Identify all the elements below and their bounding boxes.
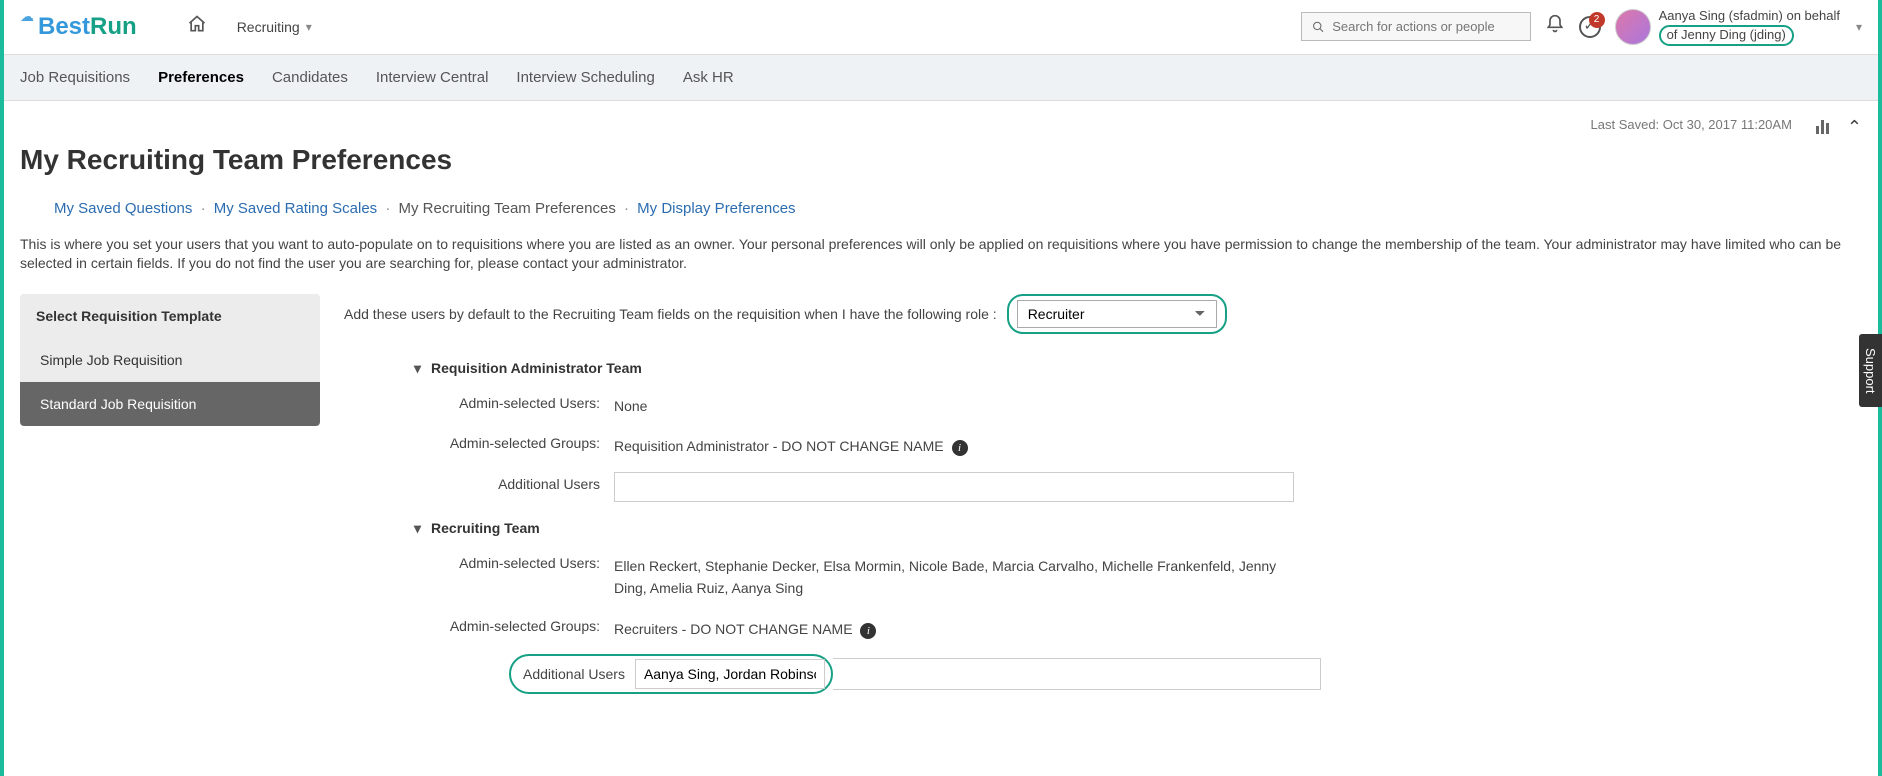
brand-run: Run xyxy=(90,13,137,40)
info-icon[interactable]: i xyxy=(860,623,876,639)
tab-preferences[interactable]: Preferences xyxy=(158,69,244,86)
label-admin-users: Admin-selected Users: xyxy=(414,551,614,571)
notifications-icon[interactable] xyxy=(1545,14,1565,40)
tab-interview-central[interactable]: Interview Central xyxy=(376,69,489,86)
value-admin-groups-2: Recruiters - DO NOT CHANGE NAME xyxy=(614,621,853,637)
additional-users-input-2[interactable] xyxy=(635,659,825,689)
support-tab[interactable]: Support xyxy=(1859,334,1882,408)
role-select[interactable]: Recruiter xyxy=(1017,300,1217,328)
module-label: Recruiting xyxy=(237,19,300,35)
chevron-down-icon: ▾ xyxy=(414,520,421,537)
label-additional-users: Additional Users xyxy=(414,472,614,492)
global-header: ☁ BestRun Recruiting ▾ 2 Aanya Sing (sfa… xyxy=(0,0,1882,55)
crumb-saved-scales[interactable]: My Saved Rating Scales xyxy=(214,200,377,217)
page-title: My Recruiting Team Preferences xyxy=(20,144,1862,176)
home-icon[interactable] xyxy=(187,14,207,40)
tab-job-requisitions[interactable]: Job Requisitions xyxy=(20,69,130,86)
additional-users-input-1[interactable] xyxy=(614,472,1294,502)
tab-ask-hr[interactable]: Ask HR xyxy=(683,69,734,86)
module-dropdown[interactable]: Recruiting ▾ xyxy=(237,19,312,35)
label-admin-groups: Admin-selected Groups: xyxy=(414,614,614,634)
cloud-icon: ☁ xyxy=(20,8,34,25)
chevron-down-icon: ▾ xyxy=(306,20,312,34)
search-input[interactable] xyxy=(1332,19,1519,34)
label-admin-users: Admin-selected Users: xyxy=(414,391,614,411)
section-req-admin-team[interactable]: ▾ Requisition Administrator Team xyxy=(414,360,1862,377)
last-saved-text: Last Saved: Oct 30, 2017 11:20AM xyxy=(1591,117,1792,132)
section-title: Recruiting Team xyxy=(431,520,540,536)
chevron-down-icon: ▾ xyxy=(1856,20,1862,34)
search-icon xyxy=(1312,20,1325,34)
chevron-down-icon: ▾ xyxy=(414,360,421,377)
user-text: Aanya Sing (sfadmin) on behalf of Jenny … xyxy=(1659,8,1840,46)
analytics-icon[interactable] xyxy=(1816,120,1829,134)
section-title: Requisition Administrator Team xyxy=(431,360,642,376)
todo-icon[interactable]: 2 xyxy=(1579,16,1601,38)
additional-users-highlight: Additional Users xyxy=(509,654,833,694)
template-selector-header: Select Requisition Template xyxy=(20,294,320,338)
user-line1: Aanya Sing (sfadmin) on behalf xyxy=(1659,8,1840,25)
avatar xyxy=(1615,9,1651,45)
collapse-icon[interactable]: ⌃ xyxy=(1847,117,1862,138)
todo-badge: 2 xyxy=(1589,12,1605,28)
crumb-display-prefs[interactable]: My Display Preferences xyxy=(637,200,795,217)
value-admin-groups-1: Requisition Administrator - DO NOT CHANG… xyxy=(614,438,944,454)
breadcrumb: My Saved Questions · My Saved Rating Sca… xyxy=(54,200,1862,217)
value-admin-users-1: None xyxy=(614,391,1862,417)
template-selector-panel: Select Requisition Template Simple Job R… xyxy=(20,294,320,426)
additional-users-input-trail[interactable] xyxy=(833,658,1321,690)
tab-candidates[interactable]: Candidates xyxy=(272,69,348,86)
section-recruiting-team[interactable]: ▾ Recruiting Team xyxy=(414,520,1862,537)
label-additional-users: Additional Users xyxy=(517,662,635,686)
user-menu[interactable]: Aanya Sing (sfadmin) on behalf of Jenny … xyxy=(1615,8,1862,46)
label-admin-groups: Admin-selected Groups: xyxy=(414,431,614,451)
info-icon[interactable]: i xyxy=(952,440,968,456)
role-row-label: Add these users by default to the Recrui… xyxy=(344,306,997,322)
crumb-saved-questions[interactable]: My Saved Questions xyxy=(54,200,192,217)
proxy-user-highlight: of Jenny Ding (jding) xyxy=(1659,25,1794,46)
brand-best: Best xyxy=(38,13,90,40)
template-item-simple[interactable]: Simple Job Requisition xyxy=(20,338,320,382)
help-text: This is where you set your users that yo… xyxy=(20,235,1862,274)
role-select-highlight: Recruiter xyxy=(1007,294,1227,334)
global-search[interactable] xyxy=(1301,12,1531,41)
sub-navigation: Job Requisitions Preferences Candidates … xyxy=(0,55,1882,101)
crumb-team-prefs: My Recruiting Team Preferences xyxy=(399,200,616,217)
value-admin-users-2: Ellen Reckert, Stephanie Decker, Elsa Mo… xyxy=(614,551,1294,600)
brand-logo[interactable]: ☁ BestRun xyxy=(20,13,137,41)
tab-interview-scheduling[interactable]: Interview Scheduling xyxy=(516,69,654,86)
template-item-standard[interactable]: Standard Job Requisition xyxy=(20,382,320,426)
